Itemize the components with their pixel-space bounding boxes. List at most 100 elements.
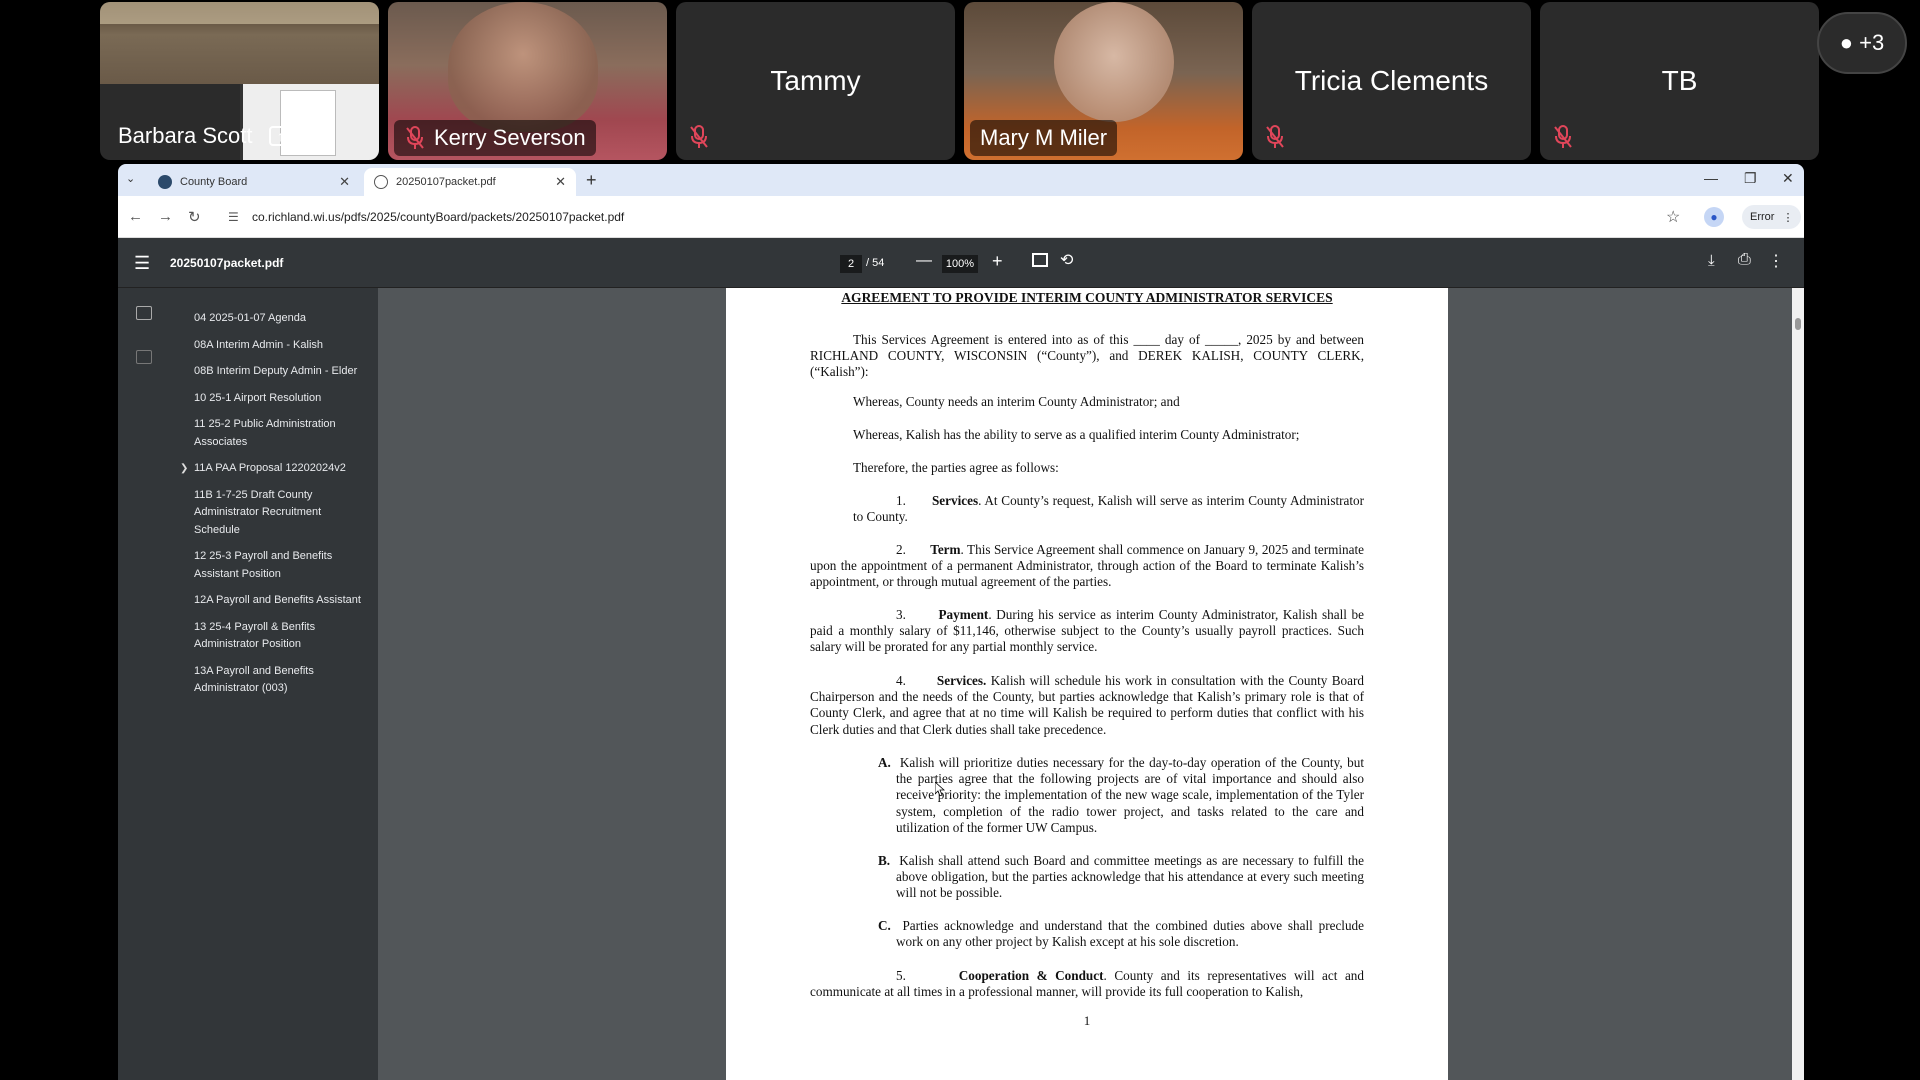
tab-bar: ⌄ County Board ✕ 20250107packet.pdf ✕ + … xyxy=(118,164,1804,196)
close-icon[interactable]: ✕ xyxy=(555,174,566,190)
reload-button[interactable]: ↻ xyxy=(188,208,201,226)
menu-icon[interactable]: ☰ xyxy=(134,253,150,274)
subsection-a: A. Kalish will prioritize duties necessa… xyxy=(810,755,1364,836)
pdf-title: 20250107packet.pdf xyxy=(170,256,284,270)
thumbnails-icon[interactable] xyxy=(136,306,152,320)
zoom-input[interactable]: 100% xyxy=(942,255,978,273)
section-5: 5. Cooperation & Conduct. County and its… xyxy=(810,968,1364,1000)
section-heading: Services. xyxy=(936,673,987,688)
tab-label: County Board xyxy=(180,176,248,188)
subsection-text: Kalish will prioritize duties necessary … xyxy=(896,755,1365,835)
pdf-page: AGREEMENT TO PROVIDE INTERIM COUNTY ADMI… xyxy=(726,288,1448,1080)
pdf-sidebar: 04 2025-01-07 Agenda 08A Interim Admin -… xyxy=(118,288,378,1080)
bookmark-item[interactable]: 12 25-3 Payroll and Benefits Assistant P… xyxy=(194,548,370,583)
participant-video xyxy=(1054,2,1174,122)
forward-button[interactable]: → xyxy=(158,208,173,225)
rotate-icon[interactable]: ⟲ xyxy=(1060,250,1073,270)
browser-window: ⌄ County Board ✕ 20250107packet.pdf ✕ + … xyxy=(118,164,1804,1080)
fit-page-icon[interactable] xyxy=(1032,253,1048,267)
bookmark-item[interactable]: 04 2025-01-07 Agenda xyxy=(194,310,370,328)
site-info-icon[interactable]: ☰ xyxy=(228,210,239,224)
back-button[interactable]: ← xyxy=(128,208,143,225)
subsection-b: B. Kalish shall attend such Board and co… xyxy=(810,853,1364,902)
bookmark-item[interactable]: 13A Payroll and Benefits Administrator (… xyxy=(194,663,370,698)
bookmark-label: 11A PAA Proposal 12202024v2 xyxy=(194,462,346,474)
restore-button[interactable]: ❐ xyxy=(1744,170,1757,187)
intro-paragraph: This Services Agreement is entered into … xyxy=(810,332,1364,380)
bookmark-item[interactable]: 11 25-2 Public Administration Associates xyxy=(194,416,370,451)
section-1: 1. Services. At County’s request, Kalish… xyxy=(810,493,1364,525)
page-number-input[interactable]: 2 xyxy=(840,255,862,273)
zoom-out-button[interactable]: — xyxy=(916,252,932,270)
bookmark-item[interactable]: 08A Interim Admin - Kalish xyxy=(194,337,370,355)
section-number: 3. xyxy=(896,607,906,622)
more-participants-button[interactable]: ● +3 xyxy=(1817,12,1907,74)
section-heading: Services xyxy=(931,493,979,508)
pdf-viewer[interactable]: AGREEMENT TO PROVIDE INTERIM COUNTY ADMI… xyxy=(378,288,1804,1080)
participant-name: Tammy xyxy=(770,65,861,96)
bookmark-item[interactable]: 10 25-1 Airport Resolution xyxy=(194,390,370,408)
participant-label: Mary M Miler xyxy=(970,120,1118,156)
subsection-text: Parties acknowledge and understand that … xyxy=(896,918,1365,950)
error-label: Error xyxy=(1750,211,1775,223)
tab-label: 20250107packet.pdf xyxy=(396,176,496,188)
zoom-in-button[interactable]: + xyxy=(992,251,1003,272)
more-participants-count: +3 xyxy=(1859,30,1885,55)
scrollbar-thumb[interactable] xyxy=(1795,318,1801,330)
bookmark-item-expandable[interactable]: ❯ 11A PAA Proposal 12202024v2 xyxy=(180,460,370,478)
section-text: . During his service as interim County A… xyxy=(810,607,1365,655)
document-title: AGREEMENT TO PROVIDE INTERIM COUNTY ADMI… xyxy=(841,290,1333,305)
new-tab-button[interactable]: + xyxy=(586,170,597,191)
participant-tile-kerry-severson[interactable]: Kerry Severson xyxy=(388,2,667,160)
bookmark-list: 04 2025-01-07 Agenda 08A Interim Admin -… xyxy=(180,310,370,707)
section-3: 3. Payment. During his service as interi… xyxy=(810,607,1364,656)
participant-tile-tammy[interactable]: Tammy xyxy=(676,2,955,160)
profile-icon[interactable]: ● xyxy=(1704,207,1724,227)
section-heading: Payment xyxy=(938,607,989,622)
more-options-icon[interactable]: ⋮ xyxy=(1768,251,1784,271)
close-window-button[interactable]: ✕ xyxy=(1782,170,1794,187)
mic-off-icon xyxy=(688,124,710,150)
participant-label: Kerry Severson xyxy=(394,120,596,156)
bookmark-item[interactable]: 12A Payroll and Benefits Assistant xyxy=(194,592,370,610)
page-number: 1 xyxy=(1083,1013,1091,1028)
bookmark-item[interactable]: 11B 1-7-25 Draft County Administrator Re… xyxy=(194,487,370,540)
section-number: 2. xyxy=(896,542,906,557)
participant-tile-tb[interactable]: TB xyxy=(1540,2,1819,160)
page-total: / 54 xyxy=(866,257,885,269)
url-field[interactable]: co.richland.wi.us/pdfs/2025/countyBoard/… xyxy=(252,210,624,224)
tab-county-board[interactable]: County Board ✕ xyxy=(148,168,360,196)
minimize-button[interactable]: — xyxy=(1704,170,1718,186)
download-icon[interactable]: ⤓ xyxy=(1708,252,1715,269)
pdf-toolbar: ☰ 20250107packet.pdf 2 / 54 — 100% + ⟲ ⤓… xyxy=(118,238,1804,288)
tab-pdf[interactable]: 20250107packet.pdf ✕ xyxy=(364,168,576,196)
participant-tile-mary-m-miler[interactable]: Mary M Miler xyxy=(964,2,1243,160)
section-2: 2. Term. This Service Agreement shall co… xyxy=(810,542,1364,591)
whereas-paragraph: Whereas, Kalish has the ability to serve… xyxy=(853,427,1300,442)
scrollbar[interactable] xyxy=(1792,288,1804,1080)
screen-share-icon: ↑ xyxy=(268,126,293,146)
participant-tile-tricia-clements[interactable]: Tricia Clements xyxy=(1252,2,1531,160)
bookmark-item[interactable]: 13 25-4 Payroll & Benfits Administrator … xyxy=(194,619,370,654)
outline-icon[interactable] xyxy=(136,350,152,364)
participant-name: Mary M Miler xyxy=(980,125,1108,150)
bookmark-item[interactable]: 08B Interim Deputy Admin - Elder xyxy=(194,363,370,381)
close-icon[interactable]: ✕ xyxy=(339,174,350,190)
error-button[interactable]: Error ⋮ xyxy=(1742,205,1802,229)
participant-tile-barbara-scott[interactable]: Barbara Scott ↑ xyxy=(100,2,379,160)
section-text: Kalish will schedule his work in consult… xyxy=(810,673,1364,737)
chevron-right-icon[interactable]: ❯ xyxy=(180,460,188,478)
section-number: 5. xyxy=(896,968,906,983)
section-text: . At County’s request, Kalish will serve… xyxy=(853,493,1365,525)
participant-name: TB xyxy=(1661,65,1698,96)
bookmark-star-icon[interactable]: ☆ xyxy=(1666,207,1680,227)
section-text: . This Service Agreement shall commence … xyxy=(810,542,1364,590)
section-4: 4. Services. Kalish will schedule his wo… xyxy=(810,673,1364,738)
tab-search-icon[interactable]: ⌄ xyxy=(126,172,135,185)
subsection-text: Kalish shall attend such Board and commi… xyxy=(896,853,1364,901)
print-icon[interactable]: ⎙ xyxy=(1738,251,1751,269)
whereas-paragraph: Whereas, County needs an interim County … xyxy=(853,394,1180,409)
participant-strip: Barbara Scott ↑ Kerry Severson Tammy Mar… xyxy=(0,0,1920,164)
kebab-icon: ⋮ xyxy=(1782,211,1794,224)
people-icon: ● xyxy=(1839,30,1854,55)
